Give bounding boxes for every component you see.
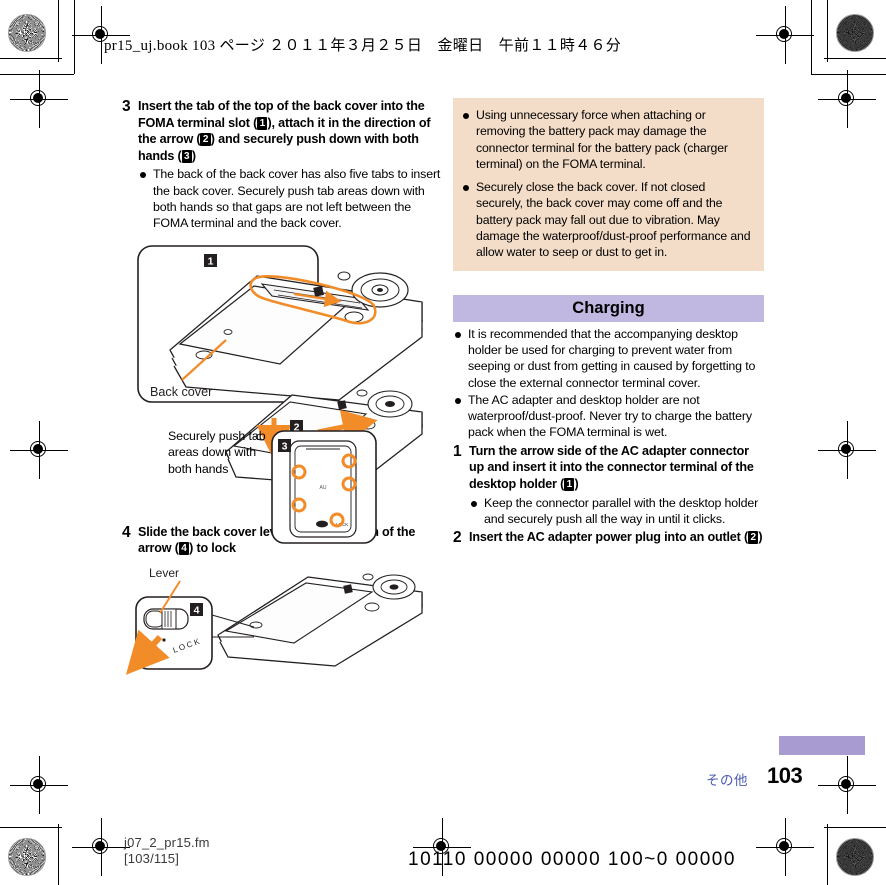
figure-callout-lever: Lever [149, 566, 179, 580]
step-3-badge-3: 3 [181, 149, 192, 163]
crop-rule-bottom-left-h [0, 827, 62, 828]
step-1-text-part1: Turn the arrow side of the AC adapter co… [469, 443, 754, 491]
step-1-number: 1 [453, 442, 462, 460]
step-3-text-part4: ) [191, 148, 196, 163]
step-1-text-part2: ) [574, 476, 579, 491]
step-3-text: Insert the tab of the top of the back co… [138, 98, 442, 164]
running-header: pr15_uj.book 103 ページ ２０１１年３月２５日 金曜日 午前１１… [104, 38, 622, 54]
registration-target-top-left-b [10, 70, 68, 128]
registration-target-bottom-left-a [10, 756, 68, 814]
crop-rule-top-left-h [0, 58, 62, 59]
step-4-badge-1: 4 [178, 542, 190, 556]
crop-rule-top-right-h [824, 58, 886, 59]
step-2: 2 Insert the AC adapter power plug into … [453, 529, 764, 546]
step-1: 1 Turn the arrow side of the AC adapter … [453, 443, 764, 493]
step-1-note-item: Keep the connector parallel with the des… [469, 495, 764, 528]
registration-starburst-top-left [8, 14, 46, 52]
warning-note-item: Securely close the back cover. If not cl… [461, 179, 754, 260]
figure-callout-push-tabs: Securely push tab areas down with both h… [168, 428, 266, 476]
step-2-text-part2: ) [758, 530, 763, 545]
left-column: 3 Insert the tab of the top of the back … [122, 98, 442, 680]
crop-rule-top-right-v2 [811, 0, 812, 74]
lever-lock-illustration: LOCK 4 Lever [122, 565, 442, 680]
back-cover-attach-illustration: Back cover 1 2 AU LOCK 3 Securely push t… [122, 240, 442, 544]
warning-note-list: Using unnecessary force when attaching o… [461, 107, 754, 261]
figure-badge-4: 4 [194, 604, 200, 616]
registration-starburst-top-right [836, 14, 874, 52]
step-3: 3 Insert the tab of the top of the back … [122, 98, 442, 164]
figure-badge-1: 1 [208, 255, 214, 267]
crop-rule-bottom-left-v [58, 824, 59, 885]
registration-starburst-bottom-left [8, 838, 46, 876]
charging-note-item: The AC adapter and desktop holder are no… [453, 392, 764, 441]
warning-note-box: Using unnecessary force when attaching o… [453, 98, 764, 271]
step-4-text-part2: ) to lock [189, 541, 236, 556]
charging-notes: It is recommended that the accompanying … [453, 326, 764, 441]
print-bar-strip: 10110 00000 00000 100~0 00000 [408, 849, 736, 870]
registration-target-bottom-right-b [756, 818, 814, 876]
tab-areas-panel-svg: AU LOCK 3 [271, 429, 377, 544]
footer-accent-bar [779, 736, 865, 755]
registration-target-bottom-right-a [818, 756, 876, 814]
registration-target-bottom-left-b [72, 818, 130, 876]
crop-rule-top-left-v [58, 0, 59, 62]
step-2-text: Insert the AC adapter power plug into an… [469, 529, 763, 546]
charging-note-item: It is recommended that the accompanying … [453, 326, 764, 391]
step-3-badge-2: 2 [200, 133, 211, 147]
source-file-name: j07_2_pr15.fm [124, 835, 210, 850]
registration-target-top-right-b [818, 70, 876, 128]
step-3-badge-1: 1 [257, 116, 268, 130]
source-file-pages: [103/115] [124, 851, 180, 866]
step-3-notes: The back of the back cover has also five… [138, 166, 442, 231]
step-1-badge-1: 1 [564, 477, 575, 491]
registration-target-mid-right [818, 421, 876, 479]
figure-badge-3: 3 [282, 440, 288, 452]
crop-rule-top-left-v2 [74, 0, 75, 74]
crop-rule-top-left-h2 [0, 74, 74, 75]
section-heading-charging: Charging [453, 294, 764, 322]
registration-target-mid-left [10, 421, 68, 479]
step-1-text: Turn the arrow side of the AC adapter co… [469, 443, 764, 493]
registration-starburst-bottom-right [836, 838, 874, 876]
step-2-text-part1: Insert the AC adapter power plug into an… [469, 530, 748, 545]
figure-callout-back-cover: Back cover [150, 385, 212, 399]
crop-rule-top-right-v [827, 0, 828, 62]
footer-chapter-label: その他 [706, 773, 748, 788]
lever-lock-svg: LOCK 4 Lever [125, 566, 423, 675]
step-3-note-item: The back of the back cover has also five… [138, 166, 442, 231]
right-column: Using unnecessary force when attaching o… [453, 98, 764, 548]
registration-target-top-right-a [756, 6, 814, 64]
warning-note-item: Using unnecessary force when attaching o… [461, 107, 754, 172]
crop-rule-bottom-right-h [824, 827, 886, 828]
step-2-number: 2 [453, 529, 462, 547]
step-3-number: 3 [122, 98, 131, 115]
crop-rule-bottom-right-v [827, 824, 828, 885]
footer-page-number: 103 [767, 763, 803, 788]
step-1-notes: Keep the connector parallel with the des… [469, 495, 764, 528]
svg-text:AU: AU [320, 485, 327, 491]
crop-rule-top-right-h2 [811, 74, 886, 75]
step-2-badge-1: 2 [747, 531, 759, 545]
